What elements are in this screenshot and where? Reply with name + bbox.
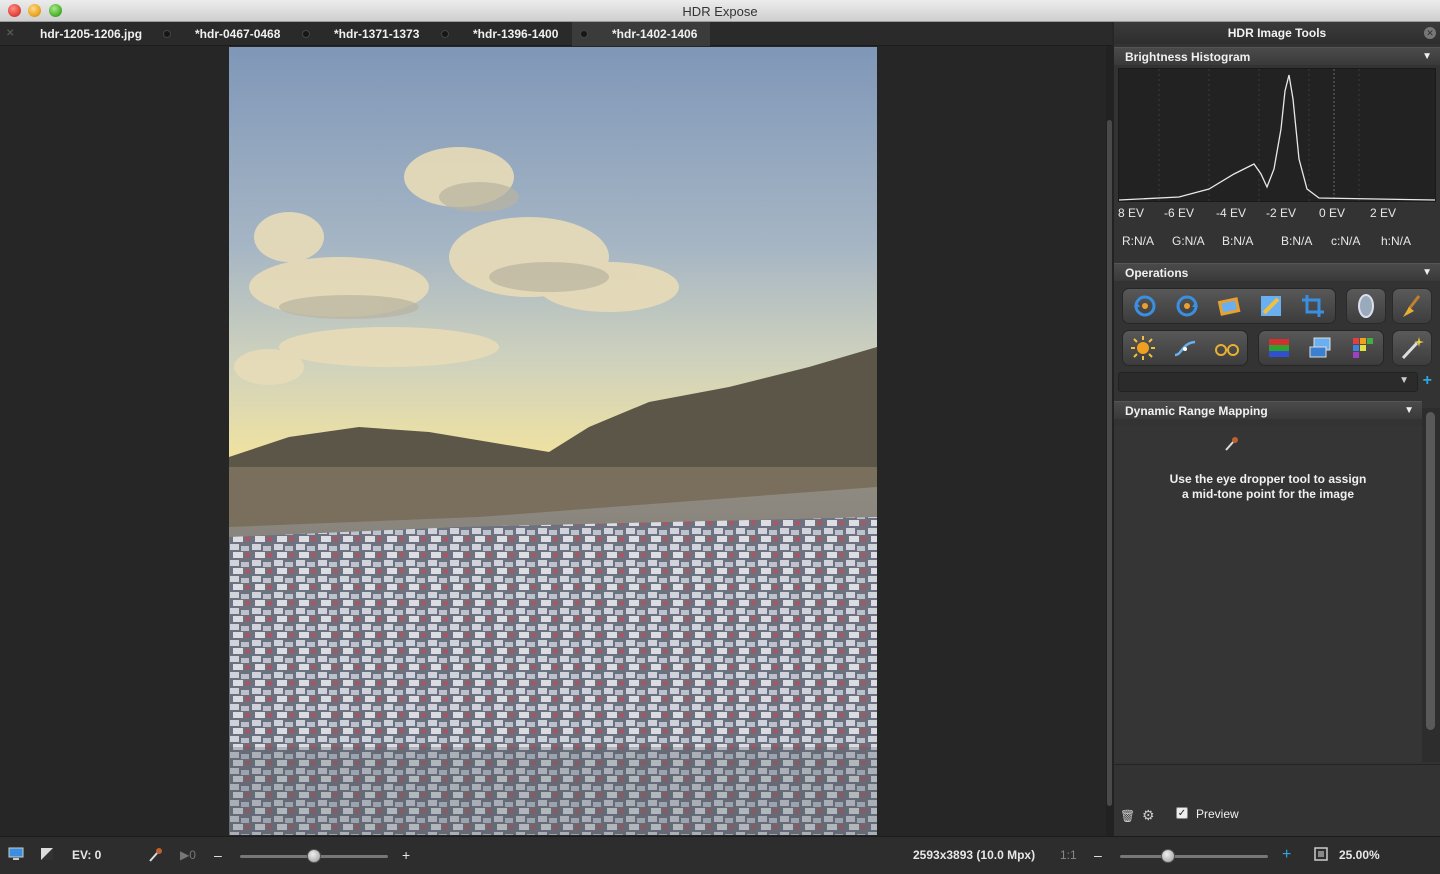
tab-hdr-1371-1373[interactable]: *hdr-1371-1373	[294, 22, 432, 46]
zoom-out-button[interactable]: –	[1094, 847, 1102, 863]
drm-scrollbar[interactable]	[1422, 408, 1440, 762]
fit-to-window-icon[interactable]	[1314, 847, 1328, 863]
collapse-arrow-icon[interactable]: ▼	[1422, 264, 1432, 282]
scroll-thumb[interactable]	[1107, 120, 1112, 806]
ev-label: 8 EV	[1118, 206, 1145, 220]
actual-size-button[interactable]: 1:1	[1060, 847, 1077, 863]
pixel-readouts: R:N/A G:N/A B:N/A B:N/A c:N/A h:N/A	[1114, 234, 1440, 250]
histogram-title: Brightness Histogram	[1125, 50, 1251, 64]
chevron-down-icon: ▼	[1399, 375, 1409, 386]
color-bars-icon[interactable]	[1261, 331, 1297, 365]
curve-icon[interactable]	[1167, 331, 1203, 365]
rotate-right-icon[interactable]	[1169, 289, 1205, 323]
drm-title: Dynamic Range Mapping	[1125, 404, 1268, 418]
zoom-level: 25.00%	[1339, 848, 1380, 862]
canvas-scrollbar[interactable]	[1106, 46, 1114, 836]
add-operation-button[interactable]: +	[1423, 372, 1432, 390]
screen-adjust-icon[interactable]	[1303, 331, 1339, 365]
readout: G:N/A	[1172, 234, 1205, 248]
sun-exposure-icon[interactable]	[1125, 331, 1161, 365]
ev-label: 0 EV	[1319, 206, 1346, 220]
hint-line: Use the eye dropper tool to assign	[1169, 472, 1367, 486]
tab-label: *hdr-0467-0468	[195, 27, 281, 41]
exposure-slider[interactable]	[240, 849, 388, 863]
transform-tools-group	[1122, 288, 1336, 324]
status-bar: EV: 0 ▶0 – + 2593x3893 (10.0 Mpx) 1:1 – …	[0, 836, 1440, 874]
tab-hdr-1396-1400[interactable]: *hdr-1396-1400	[433, 22, 571, 46]
image-canvas[interactable]	[0, 46, 1106, 836]
hint-line: a mid-tone point for the image	[1181, 487, 1354, 501]
edit-pencil-icon[interactable]	[1253, 289, 1289, 323]
readout: R:N/A	[1122, 234, 1155, 248]
eyedropper-tool-icon[interactable]	[148, 847, 162, 863]
preview-label: Preview	[1196, 807, 1239, 821]
panel-title: HDR Image Tools	[1114, 22, 1440, 44]
ev-label: -6 EV	[1164, 206, 1195, 220]
image-dimensions: 2593x3893 (10.0 Mpx)	[913, 848, 1036, 862]
hdr-photo	[229, 47, 877, 835]
eye-dropper-icon[interactable]	[1224, 436, 1238, 457]
tab-label: *hdr-1402-1406	[612, 27, 698, 41]
title-bar: HDR Expose	[0, 0, 1440, 22]
tab-label: *hdr-1396-1400	[473, 27, 559, 41]
scroll-thumb[interactable]	[1426, 412, 1435, 730]
tab-hdr-1402-1406[interactable]: *hdr-1402-1406	[572, 22, 710, 46]
broom-icon[interactable]	[1392, 288, 1432, 324]
ev-label: 2 EV	[1370, 206, 1397, 220]
readout: c:N/A	[1331, 234, 1361, 248]
glasses-icon[interactable]	[1209, 331, 1245, 365]
picture-frame-icon[interactable]	[1211, 289, 1247, 323]
color-grid-icon[interactable]	[1345, 331, 1381, 365]
slider-knob[interactable]	[1161, 849, 1175, 863]
operations-section-header[interactable]: Operations ▼	[1114, 263, 1440, 281]
tab-hdr-0467-0468[interactable]: *hdr-0467-0468	[155, 22, 293, 46]
histogram-section-header[interactable]: Brightness Histogram ▼	[1114, 47, 1440, 65]
lens-filter-icon[interactable]	[1346, 288, 1386, 324]
tab-hdr-1205-1206[interactable]: ✕ hdr-1205-1206.jpg	[0, 22, 154, 46]
zoom-slider[interactable]	[1120, 849, 1268, 863]
drm-content: Use the eye dropper tool to assign a mid…	[1114, 426, 1422, 762]
exposure-increase-button[interactable]: +	[402, 847, 410, 863]
play-step-icon[interactable]: ▶0	[180, 847, 196, 863]
ev-label: -2 EV	[1266, 206, 1297, 220]
step-label: 0	[189, 848, 196, 862]
collapse-arrow-icon[interactable]: ▼	[1422, 48, 1432, 66]
readout: B:N/A	[1281, 234, 1313, 248]
monitor-icon[interactable]	[8, 847, 24, 863]
readout: h:N/A	[1381, 234, 1412, 248]
drm-hint: Use the eye dropper tool to assign a mid…	[1114, 472, 1422, 502]
color-tools-group	[1258, 330, 1384, 366]
tone-tools-group	[1122, 330, 1248, 366]
trash-icon[interactable]: 🗑	[1120, 809, 1135, 823]
rotate-left-icon[interactable]	[1127, 289, 1163, 323]
tab-label: hdr-1205-1206.jpg	[40, 27, 143, 41]
gear-icon[interactable]: ⚙	[1142, 807, 1155, 824]
readout: B:N/A	[1222, 234, 1254, 248]
zoom-in-button[interactable]: +	[1282, 847, 1291, 863]
operations-preset-dropdown[interactable]: ▼	[1118, 372, 1418, 392]
window-title: HDR Expose	[682, 4, 758, 19]
panel-footer: 🗑 ⚙ ✓ Preview	[1114, 764, 1440, 836]
drm-section-header[interactable]: Dynamic Range Mapping ▼	[1114, 401, 1422, 419]
crop-icon[interactable]	[1295, 289, 1331, 323]
hdr-tools-panel: HDR Image Tools ✕ Brightness Histogram ▼…	[1114, 22, 1440, 836]
tab-label: *hdr-1371-1373	[334, 27, 420, 41]
preview-checkbox[interactable]: ✓	[1176, 807, 1188, 819]
ev-label: -4 EV	[1216, 206, 1247, 220]
operations-title: Operations	[1125, 266, 1189, 280]
ev-readout: EV: 0	[72, 848, 102, 862]
slider-knob[interactable]	[307, 849, 321, 863]
exposure-compare-icon[interactable]	[40, 847, 56, 863]
document-tab-bar: ✕ hdr-1205-1206.jpg *hdr-0467-0468 *hdr-…	[0, 22, 1112, 46]
app-window: HDR Expose ✕ hdr-1205-1206.jpg *hdr-0467…	[0, 0, 1440, 874]
ev-scale: 8 EV -6 EV -4 EV -2 EV 0 EV 2 EV	[1114, 206, 1440, 222]
magic-wand-icon[interactable]	[1392, 330, 1432, 366]
brightness-histogram	[1118, 68, 1436, 202]
collapse-arrow-icon[interactable]: ▼	[1404, 402, 1414, 420]
exposure-decrease-button[interactable]: –	[214, 847, 222, 863]
close-panel-icon[interactable]: ✕	[1424, 27, 1436, 39]
